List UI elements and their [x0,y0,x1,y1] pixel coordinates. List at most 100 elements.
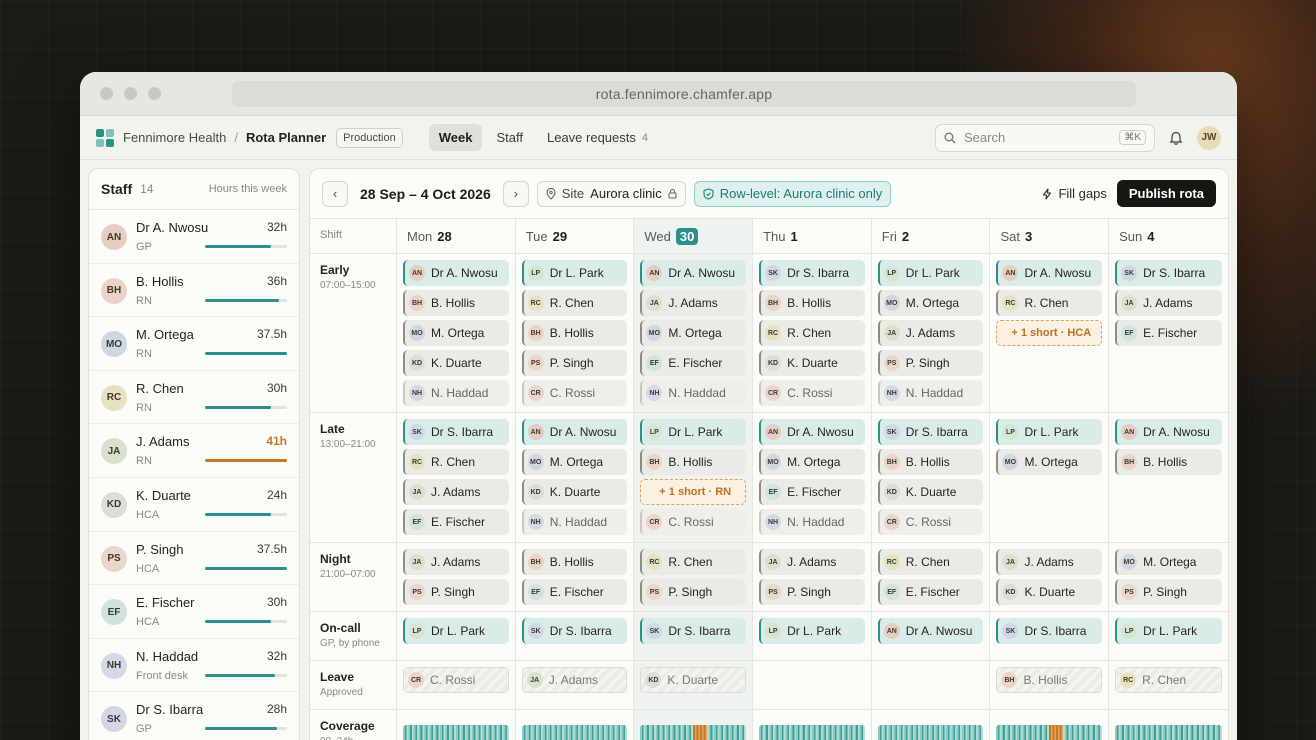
assignment-chip[interactable]: PS P. Singh [521,350,628,376]
tab-staff[interactable]: Staff [486,124,533,151]
assignment-chip[interactable]: KD K. Duarte [759,350,865,376]
org-name[interactable]: Fennimore Health [123,130,226,145]
assignment-chip[interactable]: PS P. Singh [759,579,865,605]
assignment-chip[interactable]: CR C. Rossi [640,509,747,535]
assignment-chip[interactable]: KD K. Duarte [996,579,1103,605]
assignment-chip[interactable]: LP Dr L. Park [1115,618,1222,644]
assignment-chip[interactable]: AN Dr A. Nwosu [521,419,628,445]
assignment-chip[interactable]: EF E. Fischer [521,579,628,605]
assignment-chip[interactable]: BH B. Hollis [403,290,509,316]
row-level-filter-badge[interactable]: Row-level: Aurora clinic only [693,180,892,207]
assignment-chip[interactable]: NH N. Haddad [640,380,747,406]
assignment-chip[interactable]: JA J. Adams [640,290,747,316]
next-week-button[interactable]: › [502,180,529,207]
assignment-chip[interactable]: LP Dr L. Park [403,618,509,644]
assignment-chip[interactable]: RC R. Chen [521,290,628,316]
assignment-chip[interactable]: SK Dr S. Ibarra [996,618,1103,644]
assignment-chip[interactable]: SK Dr S. Ibarra [521,618,628,644]
assignment-chip[interactable]: KD K. Duarte [403,350,509,376]
assignment-chip[interactable]: JA J. Adams [877,320,984,346]
search-input[interactable]: Search ⌘K [935,123,1155,152]
assignment-chip[interactable]: MO M. Ortega [403,320,509,346]
assignment-chip[interactable]: RC R. Chen [640,549,747,575]
assignment-chip[interactable]: LP Dr L. Park [640,419,747,445]
staff-row[interactable]: RC R. Chen RN 30h [89,371,299,425]
tab-leave-requests[interactable]: Leave requests 4 [537,124,658,151]
assignment-chip[interactable]: MO M. Ortega [640,320,747,346]
staff-row[interactable]: MO M. Ortega RN 37.5h [89,317,299,371]
staff-row[interactable]: EF E. Fischer HCA 30h [89,585,299,639]
assignment-chip[interactable]: JA J. Adams [759,549,865,575]
assignment-chip[interactable]: LP Dr L. Park [877,260,984,286]
assignment-chip[interactable]: CR C. Rossi [877,509,984,535]
assignment-chip[interactable]: BH B. Hollis [1115,449,1222,475]
assignment-chip[interactable]: MO M. Ortega [521,449,628,475]
assignment-chip[interactable]: NH N. Haddad [877,380,984,406]
assignment-chip[interactable]: KD K. Duarte [877,479,984,505]
zoom-window-button[interactable] [148,87,161,100]
assignment-chip[interactable]: BH B. Hollis [877,449,984,475]
leave-chip[interactable]: CR C. Rossi [403,667,509,693]
assignment-chip[interactable]: LP Dr L. Park [996,419,1103,445]
assignment-chip[interactable]: PS P. Singh [403,579,509,605]
assignment-chip[interactable]: AN Dr A. Nwosu [996,260,1103,286]
assignment-chip[interactable]: LP Dr L. Park [759,618,865,644]
minimize-window-button[interactable] [124,87,137,100]
assignment-chip[interactable]: BH B. Hollis [640,449,747,475]
assignment-chip[interactable]: BH B. Hollis [521,549,628,575]
assignment-chip[interactable]: PS P. Singh [640,579,747,605]
leave-chip[interactable]: BH B. Hollis [996,667,1103,693]
assignment-chip[interactable]: EF E. Fischer [877,579,984,605]
assignment-chip[interactable]: RC R. Chen [996,290,1103,316]
publish-rota-button[interactable]: Publish rota [1116,180,1216,207]
assignment-chip[interactable]: SK Dr S. Ibarra [403,419,509,445]
site-selector[interactable]: Site Aurora clinic [536,180,686,207]
assignment-chip[interactable]: MO M. Ortega [1115,549,1222,575]
shortfall-slot[interactable]: + 1 short · HCA [996,320,1103,346]
assignment-chip[interactable]: SK Dr S. Ibarra [640,618,747,644]
assignment-chip[interactable]: AN Dr A. Nwosu [759,419,865,445]
assignment-chip[interactable]: JA J. Adams [996,549,1103,575]
staff-row[interactable]: AN Dr A. Nwosu GP 32h [89,210,299,264]
assignment-chip[interactable]: JA J. Adams [403,479,509,505]
assignment-chip[interactable]: CR C. Rossi [521,380,628,406]
assignment-chip[interactable]: AN Dr A. Nwosu [877,618,984,644]
assignment-chip[interactable]: MO M. Ortega [996,449,1103,475]
assignment-chip[interactable]: MO M. Ortega [759,449,865,475]
assignment-chip[interactable]: EF E. Fischer [759,479,865,505]
assignment-chip[interactable]: AN Dr A. Nwosu [403,260,509,286]
assignment-chip[interactable]: RC R. Chen [877,549,984,575]
staff-row[interactable]: PS P. Singh HCA 37.5h [89,532,299,586]
assignment-chip[interactable]: NH N. Haddad [403,380,509,406]
leave-chip[interactable]: RC R. Chen [1115,667,1222,693]
address-bar[interactable]: rota.fennimore.chamfer.app [232,81,1136,107]
assignment-chip[interactable]: NH N. Haddad [521,509,628,535]
assignment-chip[interactable]: PS P. Singh [1115,579,1222,605]
assignment-chip[interactable]: RC R. Chen [759,320,865,346]
assignment-chip[interactable]: EF E. Fischer [640,350,747,376]
close-window-button[interactable] [100,87,113,100]
assignment-chip[interactable]: JA J. Adams [403,549,509,575]
assignment-chip[interactable]: CR C. Rossi [759,380,865,406]
tab-week[interactable]: Week [428,124,483,151]
assignment-chip[interactable]: JA J. Adams [1115,290,1222,316]
assignment-chip[interactable]: EF E. Fischer [403,509,509,535]
staff-row[interactable]: SK Dr S. Ibarra GP 28h [89,692,299,740]
assignment-chip[interactable]: SK Dr S. Ibarra [759,260,865,286]
previous-week-button[interactable]: ‹ [322,180,348,207]
staff-row[interactable]: KD K. Duarte HCA 24h [89,478,299,532]
fill-gaps-button[interactable]: Fill gaps [1042,186,1107,201]
assignment-chip[interactable]: MO M. Ortega [877,290,984,316]
user-avatar[interactable]: JW [1197,125,1221,150]
assignment-chip[interactable]: RC R. Chen [403,449,509,475]
assignment-chip[interactable]: NH N. Haddad [759,509,865,535]
assignment-chip[interactable]: EF E. Fischer [1115,320,1222,346]
assignment-chip[interactable]: BH B. Hollis [759,290,865,316]
bell-icon[interactable] [1169,130,1183,145]
assignment-chip[interactable]: PS P. Singh [877,350,984,376]
assignment-chip[interactable]: SK Dr S. Ibarra [1115,260,1222,286]
assignment-chip[interactable]: BH B. Hollis [521,320,628,346]
leave-chip[interactable]: JA J. Adams [521,667,628,693]
assignment-chip[interactable]: KD K. Duarte [521,479,628,505]
shortfall-slot[interactable]: + 1 short · RN [640,479,747,505]
